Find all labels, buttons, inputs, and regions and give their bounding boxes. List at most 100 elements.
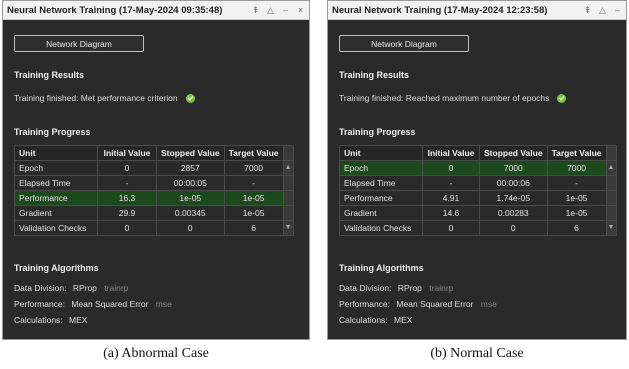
algorithm-function-link[interactable]: trainrp: [429, 283, 453, 293]
table-row-highlighted: Epoch 0 7000 7000 ▲: [339, 160, 617, 176]
cell-unit: Validation Checks: [339, 220, 423, 236]
scrollbar-track[interactable]: [282, 145, 294, 161]
algorithm-label: Data Division:: [339, 283, 392, 293]
window-titlebar: Neural Network Training (17-May-2024 12:…: [328, 1, 626, 20]
column-header-unit: Unit: [14, 145, 98, 161]
cell-target: 7000: [223, 160, 284, 176]
cell-initial: 0: [97, 160, 157, 176]
scroll-down-icon[interactable]: ▼: [282, 220, 294, 236]
cell-stopped: 0: [479, 220, 548, 236]
column-header-initial: Initial Value: [422, 145, 480, 161]
network-diagram-button[interactable]: Network Diagram: [339, 35, 469, 52]
cell-unit: Gradient: [339, 205, 423, 221]
cell-initial: 0: [422, 220, 480, 236]
algorithm-row-data-division: Data Division: RProp trainrp: [14, 283, 128, 293]
scrollbar-thumb[interactable]: [605, 175, 617, 191]
cell-unit: Validation Checks: [14, 220, 98, 236]
column-header-stopped: Stopped Value: [479, 145, 548, 161]
algorithm-value: RProp: [397, 283, 422, 293]
algorithm-row-data-division: Data Division: RProp trainrp: [339, 283, 453, 293]
cell-initial: -: [422, 175, 480, 191]
cell-initial: 16.3: [97, 190, 157, 206]
table-row-highlighted: Performance 16.3 1e-05 1e-05: [14, 190, 294, 206]
algorithm-value: Mean Squared Error: [71, 299, 149, 309]
scroll-down-icon[interactable]: ▼: [605, 220, 617, 236]
cell-stopped: 7000: [479, 160, 548, 176]
training-algorithms-heading: Training Algorithms: [14, 263, 99, 273]
algorithm-row-performance: Performance: Mean Squared Error mse: [339, 299, 497, 309]
table-row: Validation Checks 0 0 6 ▼: [339, 220, 617, 236]
scroll-up-icon[interactable]: ▲: [605, 160, 617, 176]
algorithm-label: Performance:: [14, 299, 66, 309]
scrollbar-track[interactable]: [605, 145, 617, 161]
cell-target: 7000: [546, 160, 607, 176]
cell-stopped: 0.00345: [156, 205, 225, 221]
column-header-target: Target Value: [223, 145, 284, 161]
algorithm-function-link[interactable]: mse: [156, 299, 172, 309]
table-row: Elapsed Time - 00:00:06 -: [339, 175, 617, 191]
training-results-row: Training finished: Reached maximum numbe…: [339, 93, 567, 103]
algorithm-row-performance: Performance: Mean Squared Error mse: [14, 299, 172, 309]
training-progress-table: Unit Initial Value Stopped Value Target …: [339, 145, 617, 236]
training-results-heading: Training Results: [14, 70, 85, 80]
scrollbar-track[interactable]: [605, 190, 617, 206]
cell-target: 1e-05: [223, 205, 284, 221]
scrollbar-track[interactable]: [605, 205, 617, 221]
cell-unit: Elapsed Time: [14, 175, 98, 191]
algorithm-function-link[interactable]: trainrp: [104, 283, 128, 293]
close-icon[interactable]: ×: [296, 5, 305, 16]
algorithm-row-calculations: Calculations: MEX: [339, 315, 412, 325]
pin-icon[interactable]: ⇞: [251, 5, 260, 16]
cell-target: 1e-05: [546, 190, 607, 206]
scrollbar-thumb[interactable]: [282, 175, 294, 191]
table-row: Gradient 29.9 0.00345 1e-05: [14, 205, 294, 221]
cell-target: 6: [546, 220, 607, 236]
column-header-target: Target Value: [546, 145, 607, 161]
cell-stopped: 1e-05: [156, 190, 225, 206]
table-row: Gradient 14.6 0.00283 1e-05: [339, 205, 617, 221]
algorithm-label: Performance:: [339, 299, 391, 309]
training-results-row: Training finished: Met performance crite…: [14, 93, 195, 103]
maximize-icon[interactable]: △: [266, 5, 275, 16]
network-diagram-button[interactable]: Network Diagram: [14, 35, 144, 52]
cell-target: 6: [223, 220, 284, 236]
training-results-text: Training finished: Met performance crite…: [14, 93, 178, 103]
cell-stopped: 2857: [156, 160, 225, 176]
window-title: Neural Network Training (17-May-2024 12:…: [332, 4, 548, 16]
scrollbar-track[interactable]: [282, 190, 294, 206]
minimize-icon[interactable]: –: [281, 5, 290, 16]
caption-normal-case: (b) Normal Case: [430, 346, 524, 361]
cell-initial: 14.6: [422, 205, 480, 221]
cell-unit: Gradient: [14, 205, 98, 221]
algorithm-value: RProp: [72, 283, 97, 293]
cell-target: 1e-05: [546, 205, 607, 221]
cell-unit: Performance: [14, 190, 98, 206]
algorithm-value: MEX: [69, 315, 88, 325]
nn-training-window-a: Neural Network Training (17-May-2024 09:…: [2, 0, 310, 340]
cell-unit: Performance: [339, 190, 423, 206]
algorithm-function-link[interactable]: mse: [481, 299, 497, 309]
pin-icon[interactable]: ⇞: [583, 5, 592, 16]
algorithm-value: MEX: [394, 315, 413, 325]
cell-target: 1e-05: [223, 190, 284, 206]
maximize-icon[interactable]: △: [598, 5, 607, 16]
training-progress-heading: Training Progress: [14, 127, 91, 137]
scroll-up-icon[interactable]: ▲: [282, 160, 294, 176]
cell-unit: Epoch: [339, 160, 423, 176]
column-header-initial: Initial Value: [97, 145, 157, 161]
check-circle-icon: [185, 93, 195, 103]
scrollbar-track[interactable]: [282, 205, 294, 221]
minimize-icon[interactable]: –: [613, 5, 622, 16]
cell-stopped: 00:00:05: [156, 175, 225, 191]
cell-unit: Epoch: [14, 160, 98, 176]
table-row: Validation Checks 0 0 6 ▼: [14, 220, 294, 236]
algorithm-value: Mean Squared Error: [396, 299, 474, 309]
cell-stopped: 1.74e-05: [479, 190, 548, 206]
cell-initial: 0: [422, 160, 480, 176]
cell-unit: Elapsed Time: [339, 175, 423, 191]
algorithm-label: Calculations:: [339, 315, 388, 325]
cell-initial: 29.9: [97, 205, 157, 221]
cell-initial: -: [97, 175, 157, 191]
algorithm-label: Data Division:: [14, 283, 67, 293]
caption-abnormal-case: (a) Abnormal Case: [103, 346, 209, 361]
